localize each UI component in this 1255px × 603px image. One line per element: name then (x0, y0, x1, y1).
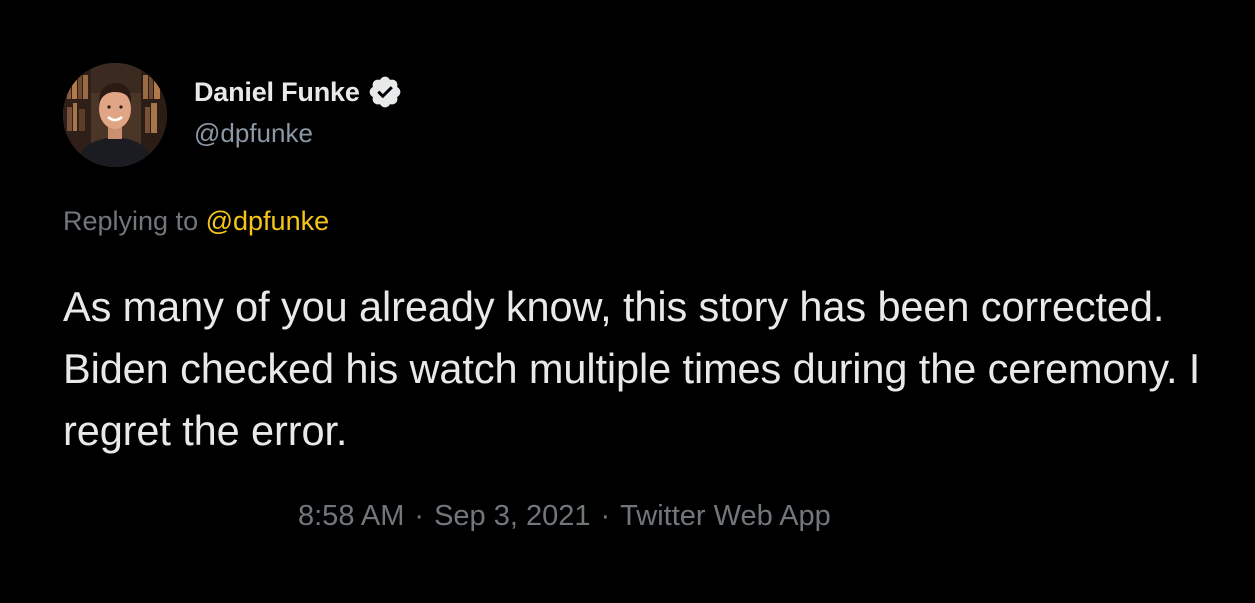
tweet-date[interactable]: Sep 3, 2021 (434, 500, 590, 532)
avatar[interactable] (63, 63, 167, 167)
replying-to: Replying to @dpfunke (63, 206, 329, 237)
replying-to-handle-link[interactable]: @dpfunke (206, 206, 330, 236)
tweet-text: As many of you already know, this story … (63, 283, 1201, 454)
tweet-time[interactable]: 8:58 AM (298, 500, 404, 532)
verified-badge-icon (367, 74, 403, 110)
tweet: Daniel Funke @dpfunke Replying to @dpfun… (0, 0, 1255, 603)
meta-separator: · (414, 500, 425, 532)
meta-separator: · (600, 500, 611, 532)
tweet-meta: 8:58 AM · Sep 3, 2021 · Twitter Web App (298, 500, 831, 533)
author-block: Daniel Funke @dpfunke (194, 74, 403, 149)
replying-to-label: Replying to (63, 206, 199, 236)
tweet-source-link[interactable]: Twitter Web App (620, 500, 831, 532)
name-row: Daniel Funke (194, 74, 403, 110)
author-handle[interactable]: @dpfunke (194, 118, 403, 149)
display-name[interactable]: Daniel Funke (194, 77, 360, 108)
avatar-photo (63, 63, 167, 167)
